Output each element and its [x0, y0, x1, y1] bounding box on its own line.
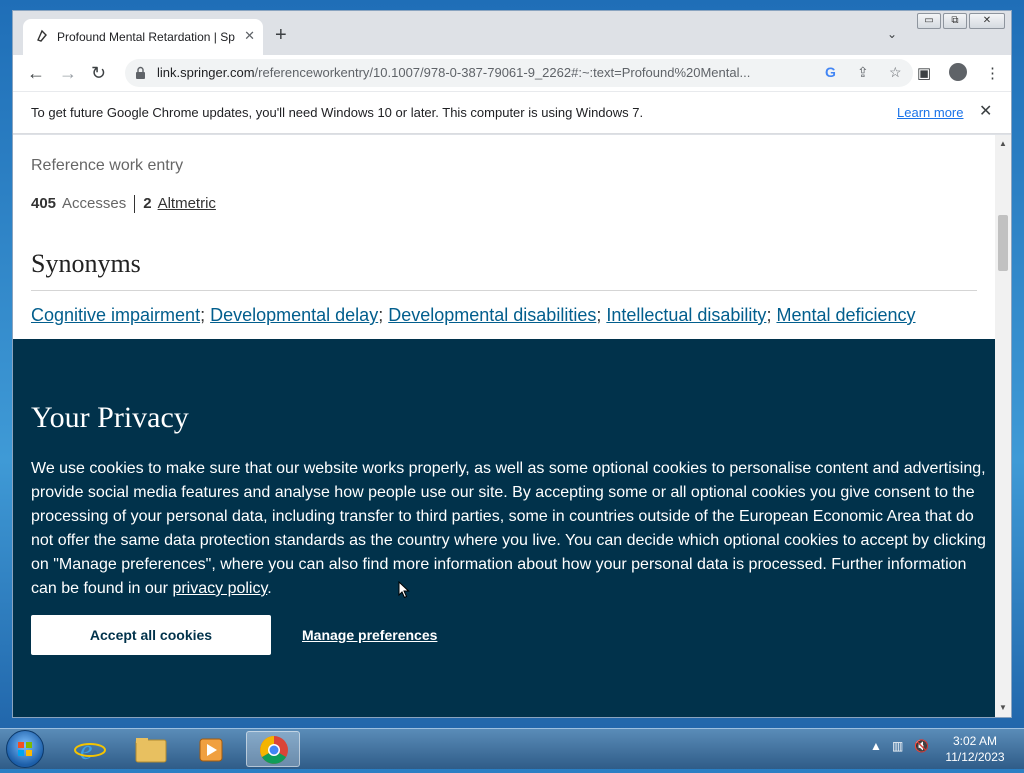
altmetric-count: 2: [143, 195, 152, 212]
minimize-button[interactable]: ▭: [917, 13, 941, 29]
taskbar-chrome[interactable]: [246, 731, 300, 767]
privacy-banner: Your Privacy We use cookies to make sure…: [13, 339, 995, 717]
tray-expand-icon[interactable]: ▲: [870, 739, 882, 753]
synonym-link[interactable]: Cognitive impairment: [31, 305, 200, 325]
clock-date: 11/12/2023: [945, 750, 1005, 764]
restore-icon: ⧉: [951, 15, 959, 26]
accesses-count: 405: [31, 195, 57, 212]
side-panel-icon[interactable]: ▣: [917, 64, 931, 82]
manage-preferences-button[interactable]: Manage preferences: [302, 627, 437, 643]
url-text: link.springer.com/referenceworkentry/10.…: [157, 65, 807, 80]
network-icon[interactable]: ▥: [892, 739, 903, 753]
learn-more-link[interactable]: Learn more: [897, 105, 963, 120]
metrics-divider: [134, 195, 136, 214]
infobar-message: To get future Google Chrome updates, you…: [31, 105, 644, 120]
reload-icon[interactable]: ↻: [91, 63, 106, 83]
google-lens-icon[interactable]: G: [825, 64, 836, 80]
privacy-text: We use cookies to make sure that our web…: [31, 460, 986, 597]
svg-text:e: e: [80, 735, 92, 766]
page-scrollbar[interactable]: ▲ ▼: [995, 135, 1011, 717]
tab-search-chevron-icon[interactable]: ⌄: [887, 27, 897, 41]
bookmark-star-icon[interactable]: ☆: [889, 64, 902, 81]
minimize-icon: ▭: [924, 15, 934, 26]
profile-avatar-icon[interactable]: [949, 63, 967, 81]
close-window-button[interactable]: ✕: [969, 13, 1005, 29]
folder-icon: [135, 738, 167, 763]
volume-muted-icon[interactable]: 🔇: [914, 739, 929, 753]
privacy-text-end: .: [267, 580, 272, 597]
synonyms-list: Cognitive impairment; Developmental dela…: [31, 305, 916, 325]
synonym-link[interactable]: Developmental disabilities: [388, 305, 596, 325]
altmetric-link[interactable]: Altmetric: [158, 195, 216, 212]
start-button[interactable]: [6, 730, 44, 768]
back-icon[interactable]: ←: [27, 63, 45, 83]
chrome-window: ▭ ⧉ ✕ Profound Mental Retardation | Sp ✕…: [12, 10, 1012, 718]
article-metrics: 405 Accesses 2 Altmetric: [31, 195, 216, 214]
synonym-link[interactable]: Developmental delay: [210, 305, 378, 325]
accesses-label: Accesses: [62, 195, 127, 212]
close-icon: ✕: [982, 15, 992, 26]
reference-type: Reference work entry: [31, 157, 184, 174]
url-host: link.springer.com: [157, 65, 255, 80]
new-tab-icon[interactable]: +: [275, 25, 287, 45]
browser-tab[interactable]: Profound Mental Retardation | Sp ✕: [23, 19, 263, 55]
privacy-policy-link[interactable]: privacy policy: [172, 580, 267, 597]
media-player-icon: [199, 738, 223, 762]
taskbar-media-player[interactable]: [184, 731, 238, 767]
share-icon[interactable]: ⇪: [857, 64, 869, 81]
address-bar[interactable]: link.springer.com/referenceworkentry/10.…: [125, 59, 913, 87]
mouse-cursor-icon: [398, 581, 410, 599]
restore-button[interactable]: ⧉: [943, 13, 967, 29]
browser-toolbar: ← → ↻ link.springer.com/referenceworkent…: [13, 55, 1011, 91]
update-infobar: To get future Google Chrome updates, you…: [13, 91, 1011, 134]
tab-title: Profound Mental Retardation | Sp: [57, 30, 235, 44]
url-path: /referenceworkentry/10.1007/978-0-387-79…: [254, 65, 751, 80]
scroll-down-icon[interactable]: ▼: [999, 703, 1007, 712]
accept-all-cookies-button[interactable]: Accept all cookies: [31, 615, 271, 655]
tab-close-icon[interactable]: ✕: [244, 28, 255, 44]
windows-logo-icon: [18, 742, 32, 756]
privacy-body: We use cookies to make sure that our web…: [31, 457, 987, 601]
scrollbar-thumb[interactable]: [998, 215, 1008, 271]
lock-icon[interactable]: [135, 66, 146, 80]
page-content: Reference work entry 405 Accesses 2 Altmetr…: [13, 135, 995, 717]
synonyms-divider: [31, 290, 977, 291]
scroll-up-icon[interactable]: ▲: [999, 139, 1007, 148]
clock-time: 3:02 AM: [952, 734, 998, 748]
infobar-close-icon[interactable]: ✕: [979, 101, 992, 121]
windows-taskbar: e ▲ ▥ 🔇 3:02 AM 11/12/2023: [0, 728, 1024, 769]
synonyms-heading: Synonyms: [31, 249, 141, 278]
synonym-link[interactable]: Intellectual disability: [606, 305, 766, 325]
springer-favicon-icon: [37, 29, 47, 42]
chrome-menu-icon[interactable]: ⋮: [985, 64, 1000, 82]
forward-icon[interactable]: →: [59, 63, 77, 83]
taskbar-internet-explorer[interactable]: e: [64, 731, 118, 767]
chrome-icon: [260, 736, 288, 764]
internet-explorer-icon: e: [74, 735, 106, 766]
privacy-title: Your Privacy: [31, 401, 189, 434]
synonym-link[interactable]: Mental deficiency: [776, 305, 915, 325]
taskbar-file-explorer[interactable]: [124, 731, 178, 767]
taskbar-clock[interactable]: 3:02 AM 11/12/2023: [938, 733, 1012, 765]
